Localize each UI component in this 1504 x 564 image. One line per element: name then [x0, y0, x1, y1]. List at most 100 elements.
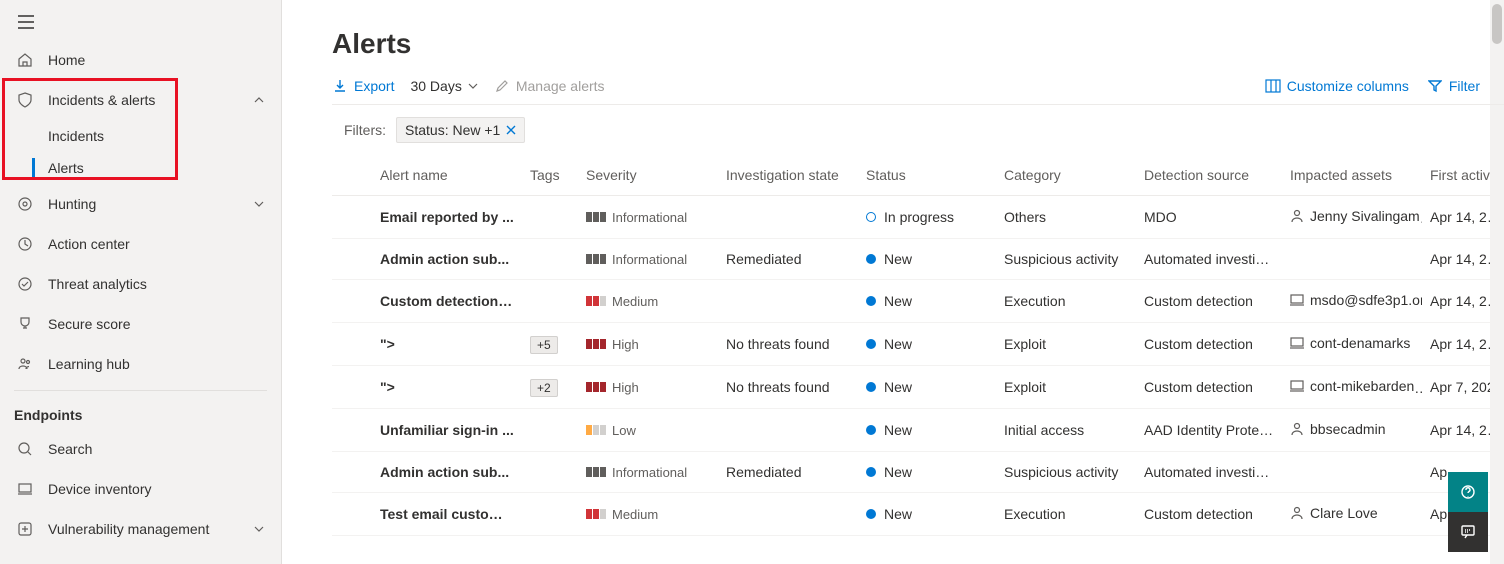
sidebar-sub-label: Incidents: [48, 128, 104, 144]
sidebar-item-incidents-alerts[interactable]: Incidents & alerts: [0, 80, 281, 120]
sidebar-item-threat-analytics[interactable]: Threat analytics: [0, 264, 281, 304]
col-detection-source[interactable]: Detection source: [1136, 157, 1282, 196]
cell-status: New: [858, 280, 996, 323]
device-icon: [1290, 379, 1304, 393]
table-row[interactable]: Email reported by ... Informational In p…: [332, 196, 1504, 239]
cell-impacted-assets: cont-denamarks: [1282, 323, 1422, 366]
sidebar-item-home[interactable]: Home: [0, 40, 281, 80]
date-range-label: 30 Days: [410, 78, 461, 94]
cell-investigation: Remediated: [718, 239, 858, 280]
sidebar-item-label: Secure score: [48, 316, 267, 332]
cell-tags: [522, 239, 578, 280]
cell-status: New: [858, 366, 996, 409]
col-impacted-assets[interactable]: Impacted assets: [1282, 157, 1422, 196]
sidebar-item-label: Home: [48, 52, 267, 68]
col-tags[interactable]: Tags: [522, 157, 578, 196]
cell-status: New: [858, 493, 996, 536]
cell-impacted-assets: [1282, 239, 1422, 280]
filter-label: Filter: [1449, 78, 1480, 94]
sidebar-item-search[interactable]: Search: [0, 429, 281, 469]
feedback-button[interactable]: [1448, 512, 1488, 552]
cell-severity: Informational: [578, 196, 718, 239]
cell-tags: [522, 196, 578, 239]
command-bar: Export 30 Days Manage alerts Customiz: [332, 78, 1504, 105]
sidebar-item-hunting[interactable]: Hunting: [0, 184, 281, 224]
filter-pill-status[interactable]: Status: New +1: [396, 117, 525, 143]
sidebar-section-endpoints: Endpoints: [0, 397, 281, 429]
col-category[interactable]: Category: [996, 157, 1136, 196]
sidebar-item-vuln-mgmt[interactable]: Vulnerability management: [0, 509, 281, 549]
cell-detection-source: MDO: [1136, 196, 1282, 239]
customize-columns-button[interactable]: Customize columns: [1265, 78, 1409, 94]
cell-alert-name: ">: [372, 366, 522, 409]
sidebar-sub-alerts[interactable]: Alerts: [0, 152, 281, 184]
cell-category: Execution: [996, 280, 1136, 323]
download-icon: [332, 78, 348, 94]
scrollbar-thumb[interactable]: [1492, 4, 1502, 44]
sidebar-sub-incidents[interactable]: Incidents: [0, 120, 281, 152]
table-row[interactable]: Test email custom ... Medium New Executi…: [332, 493, 1504, 536]
device-icon: [1290, 293, 1304, 307]
cell-tags: +2: [522, 366, 578, 409]
cell-category: Suspicious activity: [996, 239, 1136, 280]
cell-impacted-assets: msdo@sdfe3p1.on...: [1282, 280, 1422, 323]
people-icon: [14, 353, 36, 375]
table-row[interactable]: Custom detection -... Medium New Executi…: [332, 280, 1504, 323]
sidebar-item-secure-score[interactable]: Secure score: [0, 304, 281, 344]
home-icon: [14, 49, 36, 71]
cell-status: In progress: [858, 196, 996, 239]
cell-investigation: [718, 280, 858, 323]
laptop-icon: [14, 478, 36, 500]
sidebar-item-label: Vulnerability management: [48, 521, 251, 537]
table-row[interactable]: Admin action sub... Informational Remedi…: [332, 452, 1504, 493]
cell-detection-source: Custom detection: [1136, 323, 1282, 366]
sidebar-item-learning-hub[interactable]: Learning hub: [0, 344, 281, 384]
export-button[interactable]: Export: [332, 78, 394, 94]
cell-detection-source: Automated investigation: [1136, 239, 1282, 280]
cell-impacted-assets: Clare Love: [1282, 493, 1422, 536]
col-alert-name[interactable]: Alert name: [372, 157, 522, 196]
severity-bars-icon: [586, 254, 606, 264]
device-icon: [1290, 336, 1304, 350]
table-row[interactable]: Unfamiliar sign-in ... Low New Initial a…: [332, 409, 1504, 452]
col-status[interactable]: Status: [858, 157, 996, 196]
hamburger-icon[interactable]: [14, 10, 38, 34]
cell-alert-name: Admin action sub...: [372, 239, 522, 280]
sidebar-item-label: Hunting: [48, 196, 251, 212]
date-range-picker[interactable]: 30 Days: [410, 78, 477, 94]
cell-tags: [522, 409, 578, 452]
cell-severity: High: [578, 323, 718, 366]
chevron-up-icon: [251, 92, 267, 108]
filter-button[interactable]: Filter: [1427, 78, 1480, 94]
sidebar-item-label: Learning hub: [48, 356, 267, 372]
manage-alerts-button: Manage alerts: [494, 78, 605, 94]
cell-investigation: [718, 493, 858, 536]
help-button[interactable]: [1448, 472, 1488, 512]
tag-badge: +5: [530, 336, 558, 354]
table-row[interactable]: "> +5 High No threats found New Exploit …: [332, 323, 1504, 366]
table-row[interactable]: Admin action sub... Informational Remedi…: [332, 239, 1504, 280]
sidebar: Home Incidents & alerts Incidents Alerts…: [0, 0, 282, 564]
cell-detection-source: Custom detection: [1136, 493, 1282, 536]
user-icon: [1290, 209, 1304, 223]
cell-severity: Low: [578, 409, 718, 452]
cell-category: Suspicious activity: [996, 452, 1136, 493]
col-severity[interactable]: Severity: [578, 157, 718, 196]
command-bar-right: Customize columns Filter: [1265, 78, 1504, 94]
cell-severity: Medium: [578, 280, 718, 323]
sidebar-item-device-inventory[interactable]: Device inventory: [0, 469, 281, 509]
table-row[interactable]: "> +2 High No threats found New Exploit …: [332, 366, 1504, 409]
alerts-table: Alert name Tags Severity Investigation s…: [332, 157, 1504, 564]
sidebar-item-action-center[interactable]: Action center: [0, 224, 281, 264]
cell-severity: Informational: [578, 452, 718, 493]
col-investigation[interactable]: Investigation state: [718, 157, 858, 196]
search-icon: [14, 438, 36, 460]
sidebar-item-label: Device inventory: [48, 481, 267, 497]
main-content: Alerts Export 30 Days Manage alerts: [282, 0, 1504, 564]
filters-row: Filters: Status: New +1: [332, 105, 1504, 157]
cell-tags: [522, 452, 578, 493]
close-icon[interactable]: [506, 125, 516, 135]
cell-alert-name: Custom detection -...: [372, 280, 522, 323]
severity-bars-icon: [586, 296, 606, 306]
edit-icon: [494, 78, 510, 94]
